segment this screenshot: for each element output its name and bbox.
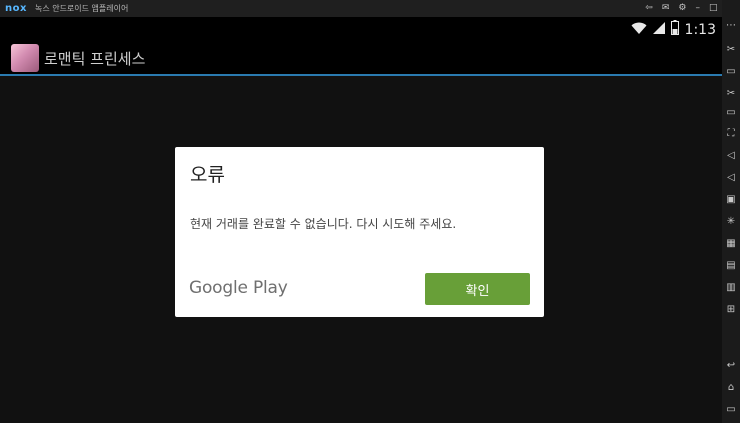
app-title: 로맨틱 프린세스 bbox=[44, 50, 146, 68]
wifi-icon bbox=[631, 20, 647, 39]
app-icon bbox=[11, 44, 39, 72]
loading-icon[interactable]: ✳ bbox=[722, 214, 740, 230]
google-play-logo: Google Play bbox=[189, 278, 288, 298]
mail-icon[interactable]: ✉ bbox=[662, 0, 670, 17]
volume-up-icon[interactable]: ◁ bbox=[722, 148, 740, 164]
error-dialog: 오류 현재 거래를 완료할 수 없습니다. 다시 시도해 주세요. Google… bbox=[175, 147, 544, 317]
keyboard-mapping-icon[interactable]: ⇦ bbox=[645, 0, 653, 17]
shake-icon[interactable]: ▦ bbox=[722, 236, 740, 252]
confirm-button[interactable]: 확인 bbox=[425, 273, 530, 305]
emulator-toolbar: ⋯ ✂ ▭ ✂ ▭ ⛶ ◁ ◁ ▣ ✳ ▦ ▤ ▥ ⊞ ↩ ⌂ ▭ bbox=[722, 0, 740, 423]
more-menu-icon[interactable]: ⋯ bbox=[722, 18, 740, 34]
scissors-icon[interactable]: ✂ bbox=[722, 86, 740, 102]
window-title: 녹스 안드로이드 앱플레이어 bbox=[34, 4, 129, 13]
maximize-icon[interactable]: □ bbox=[709, 0, 718, 17]
dialog-message: 현재 거래를 완료할 수 없습니다. 다시 시도해 주세요. bbox=[190, 217, 457, 231]
volume-down-icon[interactable]: ◁ bbox=[722, 170, 740, 186]
dialog-title: 오류 bbox=[190, 164, 225, 186]
toolbar-cut-icon[interactable]: ✂ bbox=[722, 42, 740, 58]
multi-instance-icon[interactable]: ▤ bbox=[722, 258, 740, 274]
emulator-title-bar: nox 녹스 안드로이드 앱플레이어 ⇦ ✉ ⚙ – □ ✕ bbox=[0, 0, 740, 17]
nox-logo: nox bbox=[5, 3, 27, 14]
screen-icon[interactable]: ▭ bbox=[722, 105, 740, 121]
status-clock: 1:13 bbox=[684, 21, 716, 38]
app-action-bar: 로맨틱 프린세스 bbox=[0, 43, 722, 76]
fullscreen-icon[interactable]: ⛶ bbox=[722, 126, 740, 142]
signal-icon bbox=[652, 20, 665, 39]
toolbar-window-icon[interactable]: ▭ bbox=[722, 64, 740, 80]
apk-install-icon[interactable]: ▣ bbox=[722, 192, 740, 208]
back-icon[interactable]: ↩ bbox=[722, 358, 740, 374]
macro-icon[interactable]: ▥ bbox=[722, 280, 740, 296]
settings-gear-icon[interactable]: ⚙ bbox=[678, 0, 686, 17]
minimize-icon[interactable]: – bbox=[695, 0, 700, 17]
add-icon[interactable]: ⊞ bbox=[722, 302, 740, 318]
window-controls: ⇦ ✉ ⚙ – □ ✕ bbox=[645, 0, 734, 17]
android-status-bar: 1:13 bbox=[0, 17, 722, 43]
home-icon[interactable]: ⌂ bbox=[722, 380, 740, 396]
status-indicators: 1:13 bbox=[631, 20, 716, 39]
recent-apps-icon[interactable]: ▭ bbox=[722, 402, 740, 418]
battery-icon bbox=[670, 20, 679, 39]
